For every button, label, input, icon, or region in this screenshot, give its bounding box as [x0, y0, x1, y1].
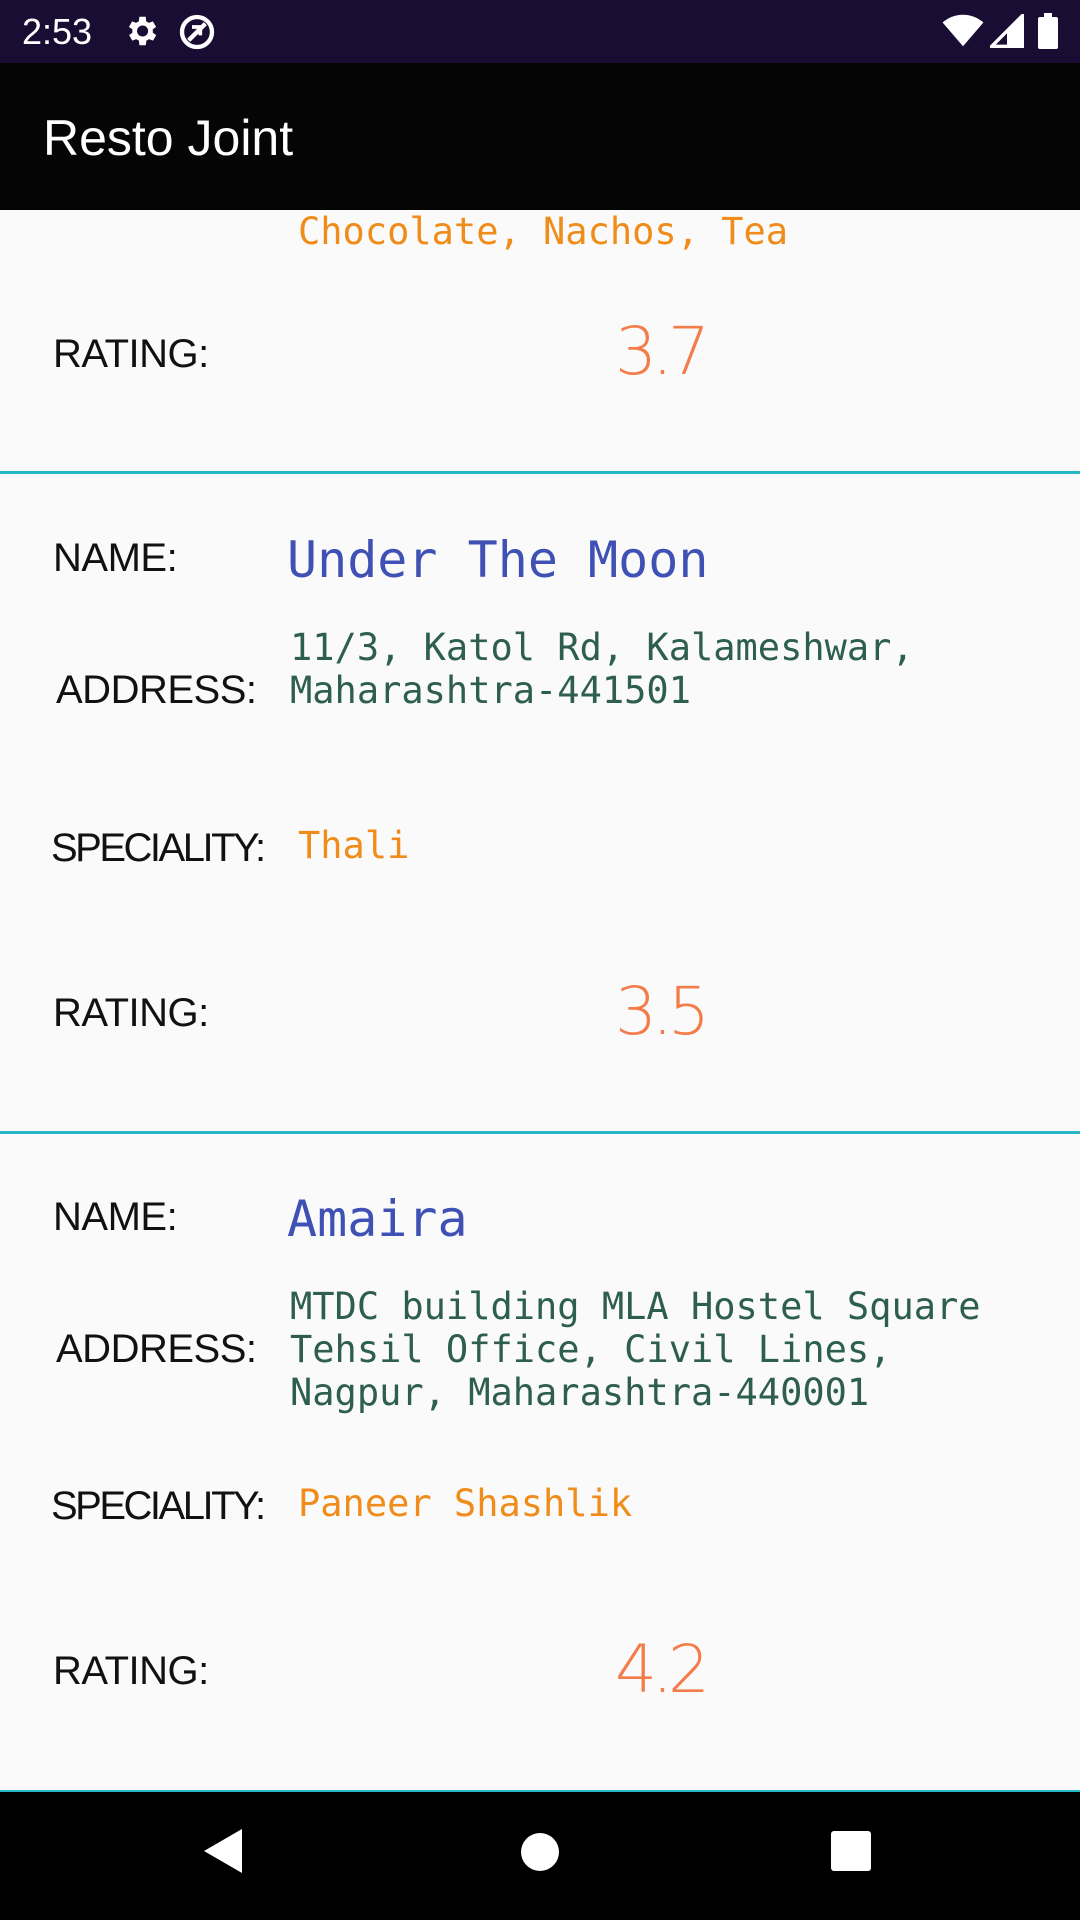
app-title: Resto Joint: [43, 110, 294, 166]
navigation-bar: [0, 1792, 1080, 1920]
gear-icon: [122, 12, 160, 55]
signal-icon: [987, 11, 1024, 53]
sync-off-icon: [177, 12, 217, 57]
rating-label: RATING:: [53, 332, 209, 376]
address-value: MTDC building MLA Hostel Square Tehsil O…: [290, 1285, 981, 1414]
address-label: ADDRESS:: [56, 668, 257, 712]
speciality-label: SPECIALITY:: [51, 826, 266, 870]
rating-value: 3.7: [615, 313, 710, 390]
recents-icon[interactable]: [830, 1830, 872, 1877]
back-icon[interactable]: [200, 1826, 246, 1881]
status-bar: 2:53: [0, 0, 1080, 63]
card-divider: [0, 471, 1080, 474]
rating-label: RATING:: [53, 1649, 209, 1693]
address-label: ADDRESS:: [56, 1327, 257, 1371]
name-label: NAME:: [53, 1195, 178, 1239]
speciality-value: Thali: [298, 824, 410, 867]
speciality-value: Paneer Shashlik: [298, 1482, 633, 1525]
wifi-icon: [942, 14, 984, 53]
name-label: NAME:: [53, 536, 178, 580]
rating-value: 3.5: [615, 973, 710, 1050]
rating-label: RATING:: [53, 991, 209, 1035]
battery-icon: [1038, 13, 1058, 54]
app-bar: Resto Joint: [0, 63, 1080, 210]
rating-value: 4.2: [615, 1631, 710, 1708]
speciality-label: SPECIALITY:: [51, 1484, 266, 1528]
speciality-value: Chocolate, Nachos, Tea: [298, 210, 789, 253]
address-value: 11/3, Katol Rd, Kalameshwar, Maharashtra…: [290, 626, 914, 712]
card-divider: [0, 1131, 1080, 1134]
home-icon[interactable]: [518, 1830, 562, 1879]
restaurant-list[interactable]: Chocolate, Nachos, Tea RATING: 3.7 NAME:…: [0, 210, 1080, 1792]
name-value: Under The Moon: [287, 531, 709, 589]
name-value: Amaira: [287, 1190, 468, 1248]
status-time: 2:53: [22, 11, 93, 52]
